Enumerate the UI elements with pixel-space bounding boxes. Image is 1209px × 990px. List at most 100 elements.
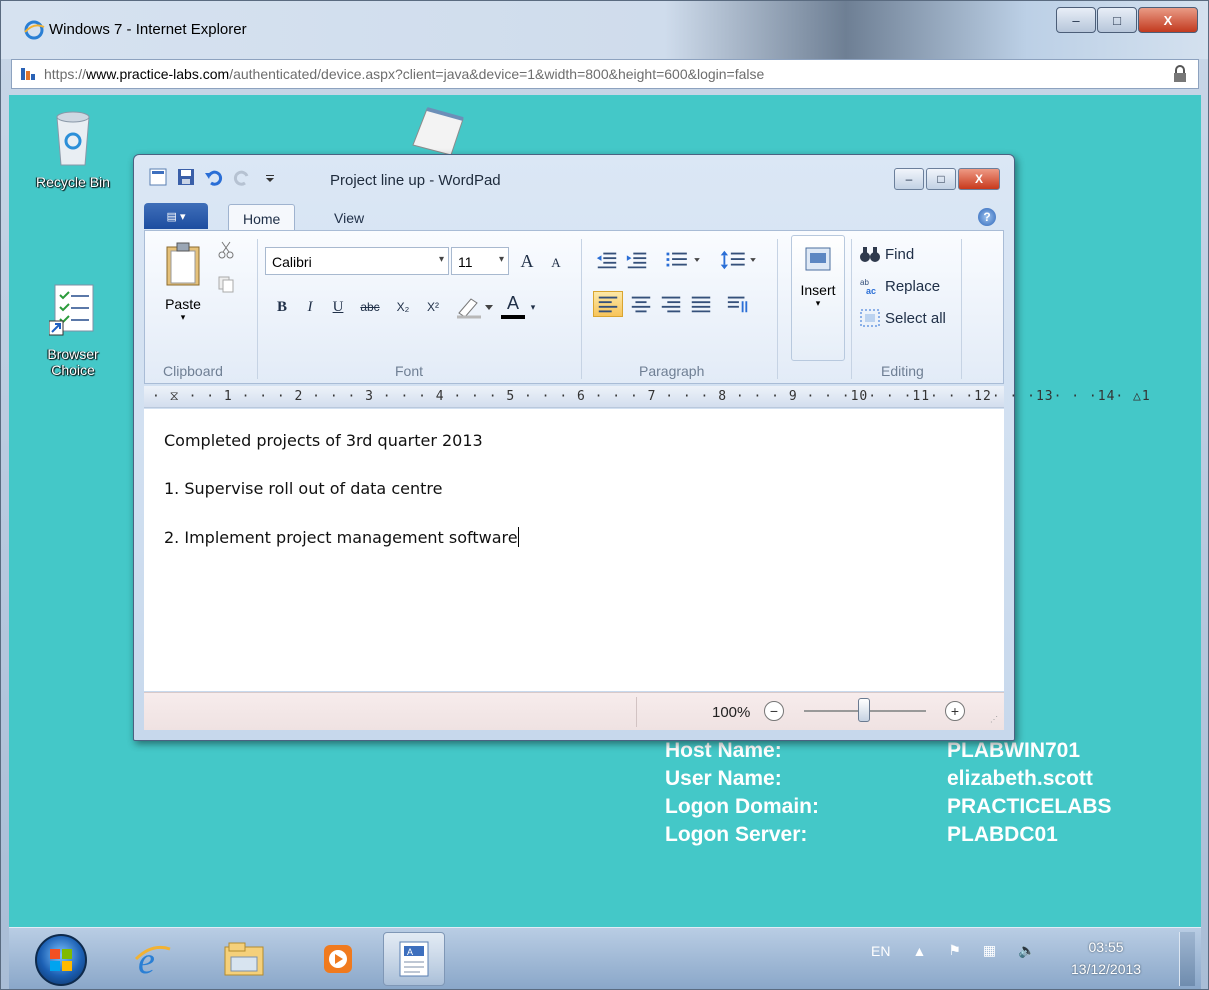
document-area[interactable]: Completed projects of 3rd quarter 2013 1… (144, 409, 1004, 691)
language-indicator[interactable]: EN (871, 943, 890, 959)
paste-label: Paste (165, 296, 201, 312)
show-hidden-icons-icon[interactable]: ▲ (912, 943, 926, 959)
recycle-bin-shortcut[interactable]: Recycle Bin (27, 109, 119, 190)
recycle-bin-label: Recycle Bin (36, 174, 110, 190)
taskbar: e A EN ▲ ⚑ ▦ 🔈 03:55 13/12/2013 (9, 927, 1201, 989)
notepad-icon[interactable] (407, 105, 467, 155)
paste-button[interactable]: Paste ▾ (159, 241, 207, 331)
info-value: elizabeth.scott (947, 767, 1093, 790)
taskbar-windows-explorer[interactable] (213, 932, 275, 986)
zoom-out-button[interactable]: − (764, 701, 784, 721)
zoom-in-button[interactable]: + (945, 701, 965, 721)
wordpad-window[interactable]: Project line up - WordPad – □ X ▤ ▾ Home… (133, 154, 1150, 741)
strikethrough-button[interactable]: abc (353, 293, 387, 321)
paragraph-settings-icon[interactable] (723, 291, 753, 317)
maximize-button[interactable]: □ (1097, 7, 1137, 33)
align-right-icon[interactable] (657, 291, 685, 317)
wordpad-icon: A (399, 941, 429, 977)
volume-icon[interactable]: 🔈 (1018, 942, 1035, 959)
wordpad-app-icon[interactable] (148, 167, 168, 187)
clock[interactable]: 03:55 13/12/2013 (1071, 936, 1141, 980)
redo-icon[interactable] (232, 167, 252, 187)
wordpad-minimize-button[interactable]: – (894, 168, 924, 190)
justify-icon[interactable] (687, 291, 715, 317)
browser-window: Windows 7 - Internet Explorer – □ X http… (0, 0, 1209, 990)
minimize-button[interactable]: – (1056, 7, 1096, 33)
ruler-scale: · ⧖ · · 1 · · · 2 · · · 3 · · · 4 · · · … (152, 389, 1151, 404)
taskbar-internet-explorer[interactable]: e (121, 932, 183, 986)
align-center-icon[interactable] (627, 291, 655, 317)
wordpad-close-button[interactable]: X (958, 168, 1000, 190)
wordpad-maximize-button[interactable]: □ (926, 168, 956, 190)
tab-view[interactable]: View (320, 204, 378, 231)
group-separator (851, 239, 852, 379)
start-button[interactable] (35, 934, 87, 986)
taskbar-media-player[interactable] (307, 932, 369, 986)
bold-button[interactable]: B (269, 293, 295, 321)
font-group-label: Font (395, 363, 424, 379)
grow-font-button[interactable]: A (513, 247, 541, 275)
insert-button[interactable]: Insert ▾ (791, 235, 845, 361)
select-all-button[interactable]: Select all (859, 309, 946, 327)
browser-titlebar[interactable]: Windows 7 - Internet Explorer – □ X (1, 1, 1208, 59)
undo-icon[interactable] (204, 167, 224, 187)
insert-dropdown-icon: ▾ (815, 298, 821, 308)
browser-choice-shortcut[interactable]: Browser Choice (27, 281, 119, 378)
align-left-icon[interactable] (593, 291, 623, 317)
paste-dropdown-icon[interactable]: ▾ (159, 312, 207, 323)
help-icon[interactable]: ? (978, 208, 996, 226)
show-desktop-button[interactable] (1179, 932, 1195, 986)
application-menu-button[interactable]: ▤ ▾ (144, 203, 208, 229)
wordpad-title: Project line up - WordPad (330, 172, 501, 189)
decrease-indent-icon[interactable] (593, 247, 621, 273)
url-path: /authenticated/device.aspx?client=java&d… (229, 66, 765, 82)
tab-home[interactable]: Home (228, 204, 296, 231)
replace-button[interactable]: ab ac Replace (859, 277, 940, 296)
font-size-dropdown[interactable]: 11 ▾ (451, 247, 509, 275)
subscript-button[interactable]: X₂ (389, 293, 417, 321)
shrink-font-button[interactable]: A (543, 249, 569, 277)
close-button[interactable]: X (1138, 7, 1198, 33)
line-spacing-icon[interactable] (717, 247, 765, 273)
document-line: Completed projects of 3rd quarter 2013 (164, 431, 483, 450)
cut-icon[interactable] (217, 241, 235, 259)
remote-desktop[interactable]: Recycle Bin Browser Choice Host Name: PLA… (9, 95, 1201, 989)
font-color-button[interactable]: A (501, 291, 525, 319)
zoom-percentage[interactable]: 100% (712, 704, 750, 721)
browser-title: Windows 7 - Internet Explorer (49, 21, 247, 38)
browser-choice-icon (48, 284, 94, 336)
save-icon[interactable] (176, 167, 196, 187)
italic-button[interactable]: I (297, 293, 323, 321)
resize-grip-icon[interactable]: ⋰ (990, 715, 998, 724)
bullet-list-icon[interactable] (661, 247, 709, 273)
internet-explorer-icon: e (134, 940, 171, 979)
action-center-flag-icon[interactable]: ⚑ (948, 942, 961, 959)
editing-group-label: Editing (881, 363, 924, 379)
lock-icon[interactable] (1172, 65, 1188, 83)
font-color-dropdown-icon[interactable]: ▾ (527, 293, 539, 321)
find-button[interactable]: Find (859, 245, 914, 263)
customize-qat-icon[interactable] (260, 167, 280, 187)
folder-icon (224, 942, 264, 976)
url-host: www.practice-labs.com (86, 66, 230, 82)
font-size-value: 11 (458, 254, 473, 270)
info-value: PLABDC01 (947, 823, 1058, 846)
text-caret (517, 527, 519, 547)
ruler[interactable]: · ⧖ · · 1 · · · 2 · · · 3 · · · 4 · · · … (144, 386, 1150, 408)
address-bar[interactable]: https://www.practice-labs.com/authentica… (11, 59, 1199, 89)
copy-icon[interactable] (217, 275, 235, 293)
zoom-slider-thumb[interactable] (858, 698, 870, 722)
highlighter-icon[interactable] (455, 295, 497, 319)
superscript-button[interactable]: X² (419, 293, 447, 321)
find-label: Find (885, 245, 915, 263)
underline-button[interactable]: U (325, 293, 351, 321)
taskbar-wordpad[interactable]: A (383, 932, 445, 986)
font-family-dropdown[interactable]: Calibri ▾ (265, 247, 449, 275)
increase-indent-icon[interactable] (623, 247, 651, 273)
network-icon[interactable]: ▦ (983, 942, 996, 959)
select-all-label: Select all (885, 309, 946, 327)
status-separator (636, 697, 637, 727)
group-separator (257, 239, 258, 379)
clock-date: 13/12/2013 (1071, 961, 1142, 977)
group-separator (581, 239, 582, 379)
